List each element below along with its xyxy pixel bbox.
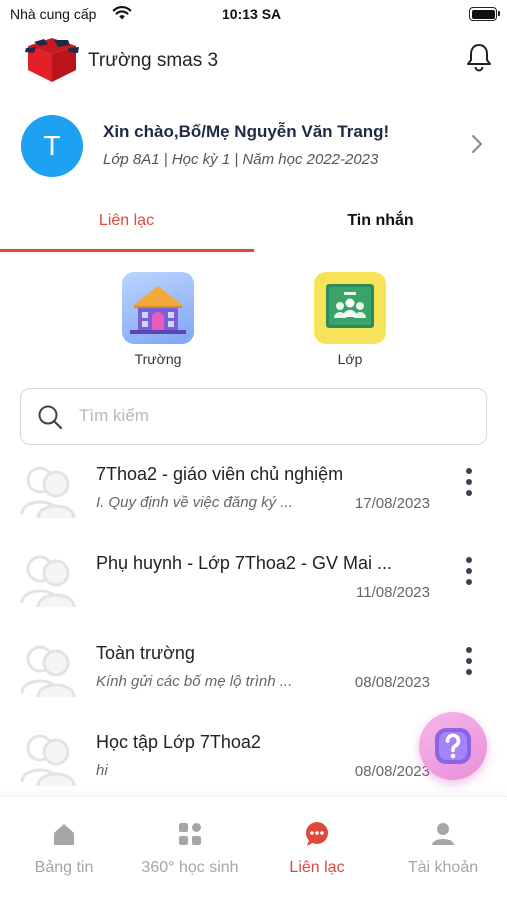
group-avatar-icon xyxy=(20,734,76,787)
nav-label: Liên lạc xyxy=(289,859,345,876)
nav-label: Bảng tin xyxy=(34,859,94,876)
status-time: 10:13 SA xyxy=(222,6,282,22)
conversation-preview: I. Quy định về việc đăng ký ... xyxy=(96,494,293,511)
tab-contact[interactable]: Liên lạc xyxy=(0,200,253,252)
tab-messages[interactable]: Tin nhắn xyxy=(254,200,507,252)
group-avatar-icon xyxy=(20,466,76,519)
question-mark-icon xyxy=(435,728,471,764)
wifi-icon xyxy=(112,6,132,20)
conversation-title: Phụ huynh - Lớp 7Thoa2 - GV Mai ... xyxy=(96,553,392,573)
search-box xyxy=(20,388,487,445)
conversation-title: 7Thoa2 - giáo viên chủ nghiệm xyxy=(96,464,344,484)
search-icon xyxy=(38,405,63,430)
conversation-preview: Kính gửi các bố mẹ lộ trình ... xyxy=(96,673,293,690)
category-class[interactable]: Lớp xyxy=(313,272,387,367)
school-name: Trường smas 3 xyxy=(88,50,219,71)
status-bar: Nhà cung cấp 10:13 SA xyxy=(0,0,507,30)
list-item[interactable]: Phụ huynh - Lớp 7Thoa2 - GV Mai ... 11/0… xyxy=(0,547,507,627)
bell-icon[interactable] xyxy=(465,42,493,72)
classroom-board-icon xyxy=(314,272,386,344)
conversation-date: 08/08/2023 xyxy=(354,674,430,691)
conversation-date: 11/08/2023 xyxy=(356,584,430,601)
greeting-title: Xin chào,Bố/Mẹ Nguyễn Văn Trang! xyxy=(103,122,390,141)
list-item[interactable]: Toàn trường Kính gửi các bố mẹ lộ trình … xyxy=(0,637,507,717)
nav-item-contact[interactable]: Liên lạc xyxy=(254,821,380,877)
bottom-navigation: Bảng tin 360° học sinh Liên lạc Tài khoả… xyxy=(0,796,507,900)
conversation-preview: hi xyxy=(96,762,108,779)
nav-item-news[interactable]: Bảng tin xyxy=(1,821,127,877)
more-options-icon[interactable] xyxy=(464,557,474,587)
category-class-label: Lớp xyxy=(337,351,363,367)
group-avatar-icon xyxy=(20,555,76,608)
chat-bubble-icon xyxy=(306,822,328,846)
avatar: T xyxy=(21,115,83,177)
battery-icon xyxy=(469,7,500,21)
grid-icon xyxy=(179,823,201,845)
carrier-label: Nhà cung cấp xyxy=(10,6,97,22)
tab-bar: Liên lạc Tin nhắn xyxy=(0,200,507,254)
category-school[interactable]: Trường xyxy=(121,272,195,367)
school-building-icon xyxy=(122,272,194,344)
search-input[interactable] xyxy=(79,399,469,433)
app-header: Trường smas 3 xyxy=(0,34,507,88)
group-avatar-icon xyxy=(20,645,76,698)
nav-label: Tài khoản xyxy=(407,859,479,876)
conversation-date: 17/08/2023 xyxy=(354,495,430,512)
nav-item-student-360[interactable]: 360° học sinh xyxy=(127,821,253,877)
home-icon xyxy=(54,824,74,845)
help-button[interactable] xyxy=(419,712,487,780)
chevron-right-icon xyxy=(472,135,482,153)
user-icon xyxy=(432,823,454,845)
more-options-icon[interactable] xyxy=(464,468,474,498)
greeting-subtitle: Lớp 8A1 | Học kỳ 1 | Năm học 2022-2023 xyxy=(103,151,379,168)
category-school-label: Trường xyxy=(134,351,182,367)
list-item[interactable]: 7Thoa2 - giáo viên chủ nghiệm I. Quy địn… xyxy=(0,458,507,538)
nav-item-account[interactable]: Tài khoản xyxy=(380,821,506,877)
school-logo-icon xyxy=(25,38,79,82)
active-tab-indicator xyxy=(0,249,254,252)
parent-greeting-card[interactable]: T Xin chào,Bố/Mẹ Nguyễn Văn Trang! Lớp 8… xyxy=(0,112,507,182)
more-options-icon[interactable] xyxy=(464,647,474,677)
conversation-title: Học tập Lớp 7Thoa2 xyxy=(96,732,261,752)
conversation-title: Toàn trường xyxy=(96,643,195,663)
nav-label: 360° học sinh xyxy=(141,859,239,876)
